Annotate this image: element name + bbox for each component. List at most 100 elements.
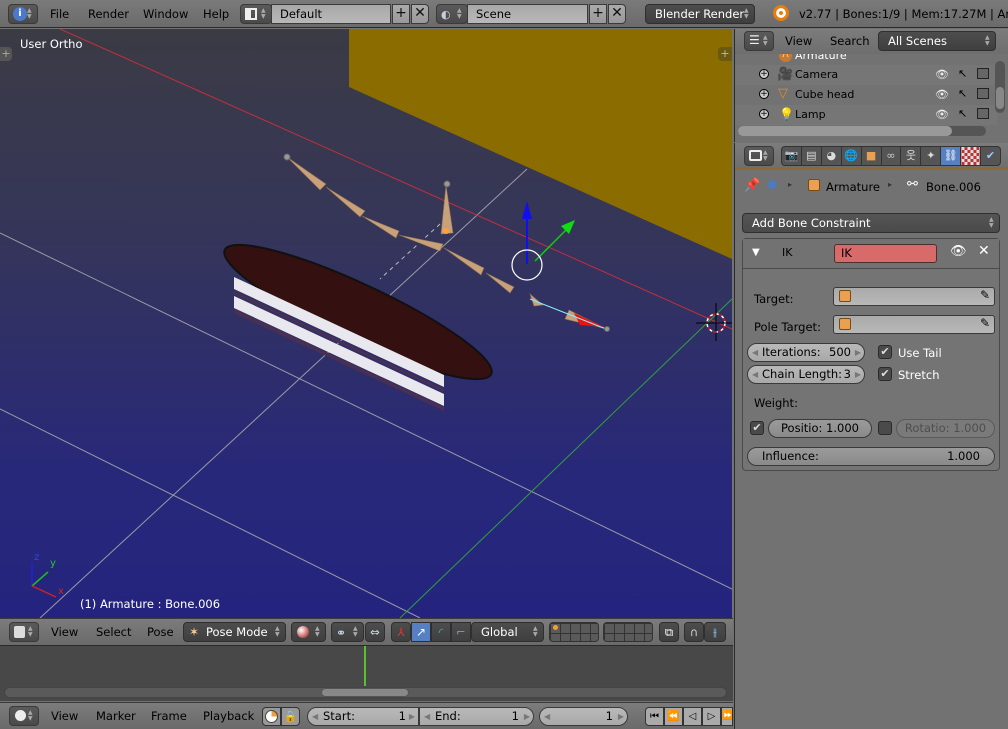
menu-select[interactable]: Select: [96, 625, 131, 639]
play-reverse-button[interactable]: ◁: [683, 707, 702, 726]
tab-bone-icon[interactable]: ✦: [921, 147, 942, 165]
tab-constraints-icon[interactable]: ∞: [882, 147, 902, 165]
tab-texture-icon[interactable]: [961, 147, 982, 165]
expand-icon[interactable]: +: [759, 69, 769, 79]
3d-viewport[interactable]: User Ortho z y x (1) Armature : Bone.006…: [0, 29, 732, 618]
add-screen-button[interactable]: +: [392, 4, 410, 24]
scale-manipulator-button[interactable]: ⌐: [451, 622, 471, 642]
start-frame-field[interactable]: ◀ Start: 1 ▶: [307, 707, 419, 726]
add-scene-button[interactable]: +: [589, 4, 607, 24]
pin-icon[interactable]: 📌: [744, 178, 760, 193]
menu-help[interactable]: Help: [203, 7, 229, 21]
editor-type-timeline-button[interactable]: ▲ ▼: [9, 706, 39, 726]
constraint-visibility-eye-icon[interactable]: 👁: [950, 244, 967, 259]
outliner-horizontal-scrollbar[interactable]: [738, 126, 986, 136]
add-bone-constraint-dropdown[interactable]: Add Bone Constraint ▲ ▼: [742, 213, 1000, 233]
eyedropper-icon[interactable]: ✎: [980, 288, 990, 302]
selectable-cursor-icon[interactable]: ↖: [958, 67, 967, 80]
pivot-point-dropdown[interactable]: ⚭ ▲ ▼: [331, 622, 364, 642]
tab-bone-constraints-icon[interactable]: ⛓: [941, 147, 962, 165]
use-position-weight-checkbox[interactable]: ✔: [750, 421, 764, 435]
layers-grid-2[interactable]: [603, 622, 653, 642]
screen-layout-name[interactable]: Default: [271, 4, 391, 24]
lock-time-button[interactable]: 🔒: [281, 707, 300, 726]
menu-window[interactable]: Window: [143, 7, 188, 21]
selectable-cursor-icon[interactable]: ↖: [958, 87, 967, 100]
properties-region-toggle-button[interactable]: +: [718, 47, 732, 61]
visibility-eye-icon[interactable]: 👁: [935, 88, 949, 101]
mode-dropdown[interactable]: ✶ Pose Mode ▲ ▼: [183, 622, 286, 642]
timeline-menu-playback[interactable]: Playback: [203, 709, 254, 723]
transform-orientation-dropdown[interactable]: Global ▲ ▼: [471, 622, 544, 642]
editor-type-3dview-button[interactable]: ▲ ▼: [9, 622, 39, 642]
translate-manipulator-button[interactable]: ↗: [411, 622, 431, 642]
menu-view[interactable]: View: [51, 625, 78, 639]
constraint-name-field[interactable]: IK: [834, 244, 937, 263]
outliner-menu-view[interactable]: View: [785, 34, 812, 48]
render-camera-icon[interactable]: [977, 108, 989, 119]
editor-type-info-button[interactable]: i ▲ ▼: [8, 4, 38, 24]
rotation-weight-field[interactable]: Rotatio: 1.000: [896, 419, 995, 438]
viewport-shading-dropdown[interactable]: ▲ ▼: [291, 622, 326, 642]
outliner-vertical-scrollbar[interactable]: [995, 61, 1005, 113]
tab-object-icon[interactable]: ■: [862, 147, 882, 165]
tab-scene-icon[interactable]: ◕: [822, 147, 842, 165]
scene-name[interactable]: Scene: [467, 4, 588, 24]
tab-physics-icon[interactable]: ✔: [981, 147, 1000, 165]
current-frame-indicator[interactable]: [364, 646, 366, 686]
manipulator-toggle-button[interactable]: ⅄: [391, 622, 411, 642]
use-rotation-weight-checkbox[interactable]: [878, 421, 892, 435]
delete-screen-button[interactable]: ✕: [411, 4, 429, 24]
lock-camera-layers-button[interactable]: ⧉: [659, 622, 679, 642]
timeline-menu-view[interactable]: View: [51, 709, 78, 723]
outliner-hscrollbar-thumb[interactable]: [738, 126, 952, 136]
render-engine-dropdown[interactable]: Blender Render ▲ ▼: [645, 4, 755, 24]
tab-render-layers-icon[interactable]: ▤: [802, 147, 822, 165]
position-weight-field[interactable]: Positio: 1.000: [768, 419, 872, 438]
3d-cursor[interactable]: [696, 303, 732, 341]
tab-render-icon[interactable]: 📷: [782, 147, 802, 165]
snap-element-dropdown[interactable]: ⫲: [704, 622, 726, 642]
manipulator-z-arrow[interactable]: [522, 201, 532, 219]
current-frame-field[interactable]: ◀ 1 ▶: [539, 707, 628, 726]
outliner-display-mode-dropdown[interactable]: All Scenes ▲ ▼: [878, 31, 996, 51]
outliner-row-lamp[interactable]: + 💡 Lamp 👁 ↖: [735, 105, 997, 125]
timeline-menu-marker[interactable]: Marker: [96, 709, 136, 723]
tab-armature-data-icon[interactable]: 웃: [901, 147, 922, 165]
delete-scene-button[interactable]: ✕: [608, 4, 626, 24]
target-field[interactable]: ✎: [833, 287, 995, 306]
use-preview-range-button[interactable]: [262, 707, 281, 726]
rotate-manipulator-button[interactable]: ◜: [431, 622, 451, 642]
use-tail-checkbox[interactable]: ✔: [878, 345, 892, 359]
jump-to-keyframe-back-button[interactable]: ⏪: [664, 707, 683, 726]
outliner-row-camera[interactable]: + 🎥 Camera 👁 ↖: [735, 65, 997, 85]
outliner-row-cube-head[interactable]: + ▽ Cube head 👁 ↖: [735, 85, 997, 105]
layers-grid-1[interactable]: [549, 622, 599, 642]
collapse-triangle-icon[interactable]: ▼: [752, 247, 760, 258]
visibility-eye-icon[interactable]: 👁: [935, 108, 949, 121]
eyedropper-icon[interactable]: ✎: [980, 316, 990, 330]
pivot-manipulate-center-button[interactable]: ⇔: [365, 622, 385, 642]
timeline-scrollbar-thumb[interactable]: [321, 688, 409, 697]
influence-slider[interactable]: Influence: 1.000: [747, 447, 995, 466]
editor-type-outliner-button[interactable]: ☰ ▲ ▼: [744, 31, 774, 51]
chain-length-field[interactable]: ◀ Chain Length: 3 ▶: [747, 365, 865, 384]
outliner-menu-search[interactable]: Search: [830, 34, 870, 48]
pole-target-field[interactable]: ✎: [833, 315, 995, 334]
stretch-checkbox[interactable]: ✔: [878, 367, 892, 381]
outliner-scrollbar-thumb[interactable]: [996, 87, 1004, 109]
timeline-menu-frame[interactable]: Frame: [151, 709, 187, 723]
render-camera-icon[interactable]: [977, 88, 989, 99]
iterations-field[interactable]: ◀ Iterations: 500 ▶: [747, 343, 865, 362]
expand-icon[interactable]: +: [759, 109, 769, 119]
toolshelf-toggle-button[interactable]: +: [0, 47, 12, 61]
expand-icon[interactable]: +: [759, 89, 769, 99]
scene-selector[interactable]: ◐ ▲ ▼: [436, 4, 468, 24]
timeline-scrollbar-track[interactable]: [4, 687, 727, 698]
selectable-cursor-icon[interactable]: ↖: [958, 107, 967, 120]
timeline-area[interactable]: [0, 645, 733, 701]
screen-layout-selector[interactable]: ▲ ▼: [240, 4, 272, 24]
play-button[interactable]: ▷: [702, 707, 721, 726]
delete-constraint-icon[interactable]: ✕: [978, 243, 990, 259]
menu-pose[interactable]: Pose: [147, 625, 174, 639]
